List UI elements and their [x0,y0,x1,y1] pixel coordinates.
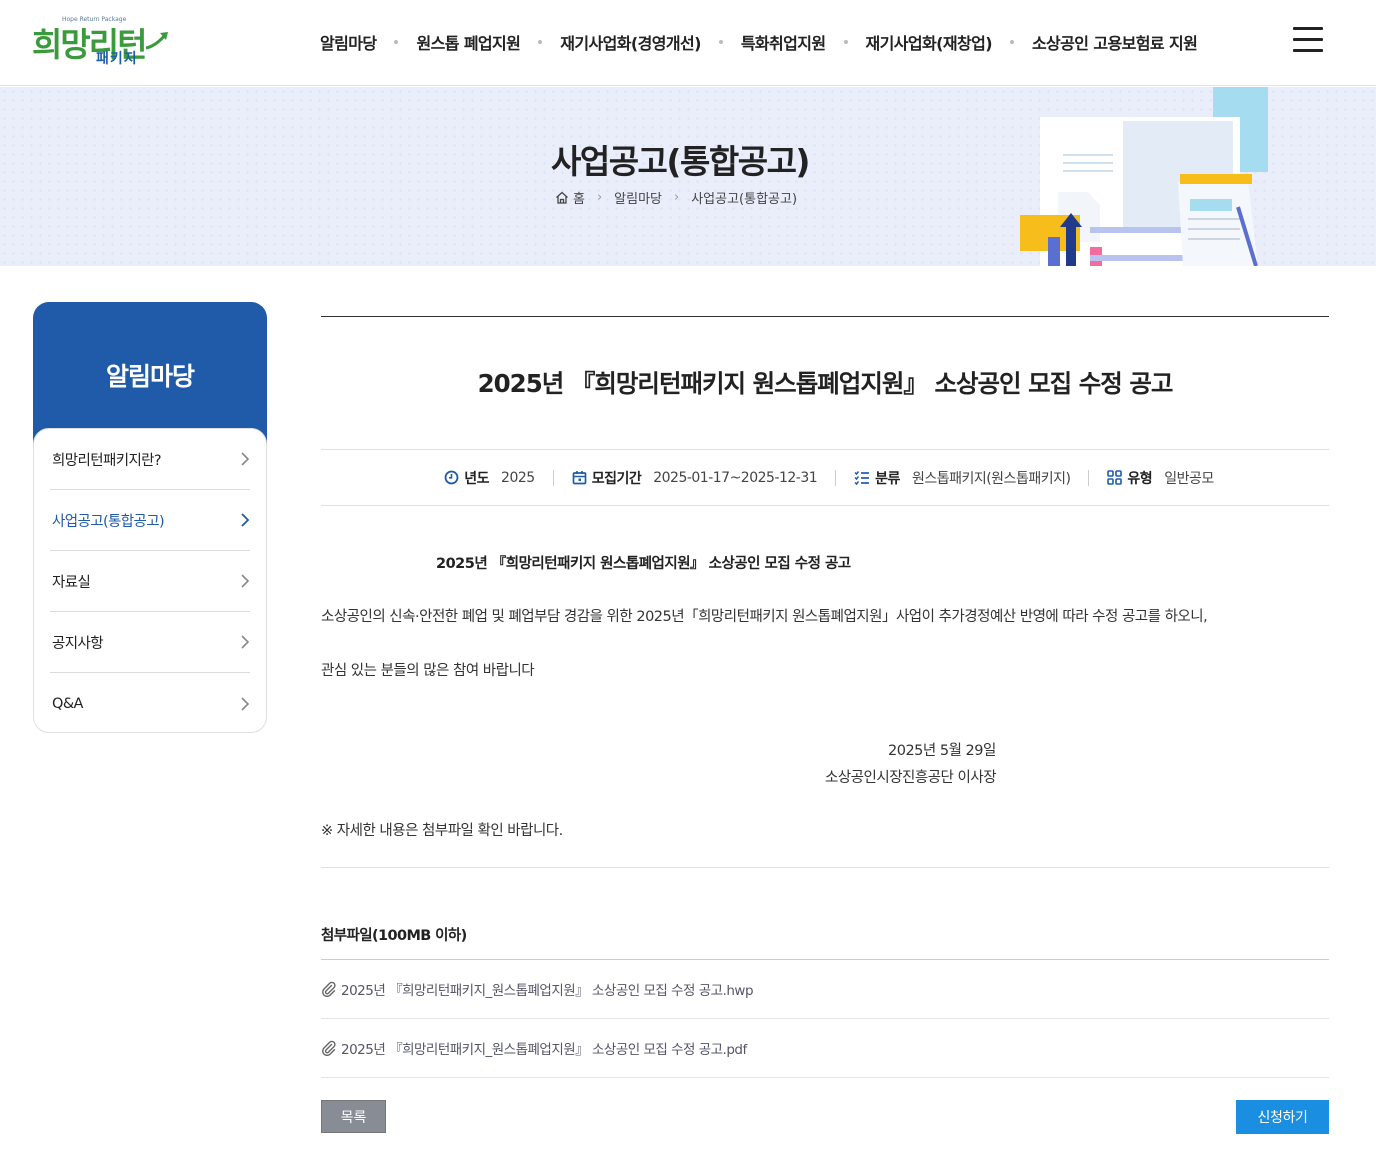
meta-separator [1088,469,1090,486]
side-nav-item-label: 희망리턴패키지란? [52,452,162,469]
page-banner: 사업공고(통합공고) 홈 › 알림마당 › 사업공고(통합공고) [0,87,1376,266]
post-meta: 년도 2025 모집기간 2025-01-17~2025-12-31 분류 원스… [321,450,1329,506]
side-nav-item-resources[interactable]: 자료실 [50,551,250,612]
documents-illustration [1020,87,1268,266]
body-note: ※ 자세한 내용은 첨부파일 확인 바랍니다. [321,823,563,839]
calendar-icon [572,470,587,485]
side-nav-list: 희망리턴패키지란? 사업공고(통합공고) 자료실 공지사항 Q&A [33,428,267,733]
meta-separator [835,469,837,486]
site-logo[interactable]: Hope Return Package 희망리턴 패키지 [32,12,172,68]
meta-separator [552,469,554,486]
post-body: 2025년 『희망리턴패키지 원스톱폐업지원』 소상공인 모집 수정 공고 소상… [321,506,1329,868]
meta-category-value: 원스톱패키지(원스톱패키지) [911,470,1071,487]
meta-period-label: 모집기간 [591,470,642,487]
side-nav-item-label: Q&A [52,695,83,712]
breadcrumb-current[interactable]: 사업공고(통합공고) [691,188,797,207]
breadcrumb-home[interactable]: 홈 [573,188,585,207]
meta-type-value: 일반공모 [1164,470,1214,487]
post-title: 2025년 『희망리턴패키지 원스톱폐업지원』 소상공인 모집 수정 공고 [321,317,1329,450]
side-nav-item-about[interactable]: 희망리턴패키지란? [50,429,250,490]
chevron-right-icon: › [596,190,603,205]
home-icon[interactable] [555,191,569,204]
chevron-right-icon [241,574,250,588]
nav-onestop-closure[interactable]: 원스톱 폐업지원 [416,30,520,54]
meta-period-value: 2025-01-17~2025-12-31 [653,469,818,486]
meta-category: 분류 원스톱패키지(원스톱패키지) [854,468,1071,488]
side-nav-item-notices[interactable]: 공지사항 [50,612,250,673]
checklist-icon [854,470,870,485]
post-view: 2025년 『희망리턴패키지 원스톱폐업지원』 소상공인 모집 수정 공고 년도… [321,316,1329,1136]
attachment-link-pdf[interactable]: 2025년 『희망리턴패키지_원스톱폐업지원』 소상공인 모집 수정 공고.pd… [321,1019,1329,1078]
nav-restart-business[interactable]: 재기사업화(재창업) [866,30,993,54]
chevron-right-icon [241,696,250,711]
chevron-right-icon [241,513,250,527]
nav-notice[interactable]: 알림마당 [320,30,377,54]
site-header: Hope Return Package 희망리턴 패키지 알림마당 원스톱 폐업… [0,0,1376,86]
attachment-filename[interactable]: 2025년 『희망리턴패키지_원스톱폐업지원』 소상공인 모집 수정 공고.pd… [341,1038,747,1058]
paperclip-icon [321,1040,337,1056]
side-nav-item-announcements[interactable]: 사업공고(통합공고) [50,490,250,551]
grid-icon [1107,470,1123,485]
meta-year-label: 년도 [464,470,490,487]
nav-separator [718,40,723,44]
chevron-right-icon [241,452,250,466]
logo-arrow-icon [145,32,168,50]
side-nav-item-qna[interactable]: Q&A [50,673,250,734]
paperclip-icon [321,981,337,997]
body-date: 2025년 5월 29일 [888,743,996,759]
nav-separator [1009,40,1014,44]
attachments-title: 첨부파일(100MB 이하) [321,924,1329,960]
nav-restart-management[interactable]: 재기사업화(경영개선) [560,30,701,54]
nav-employment-insurance[interactable]: 소상공인 고용보험료 지원 [1032,30,1198,54]
nav-special-employment[interactable]: 특화취업지원 [741,30,826,54]
side-nav-item-label: 공지사항 [52,635,104,652]
side-nav: 알림마당 희망리턴패키지란? 사업공고(통합공고) 자료실 공지사항 Q&A [33,302,267,733]
body-title: 2025년 『희망리턴패키지 원스톱폐업지원』 소상공인 모집 수정 공고 [436,556,851,572]
attachment-filename[interactable]: 2025년 『희망리턴패키지_원스톱폐업지원』 소상공인 모집 수정 공고.hw… [341,979,754,999]
meta-period: 모집기간 2025-01-17~2025-12-31 [572,468,818,488]
meta-year: 년도 2025 [444,468,535,488]
body-signer: 소상공인시장진흥공단 이사장 [825,770,997,786]
button-row: 목록 신청하기 [321,1078,1329,1136]
side-nav-title: 알림마당 [33,302,267,447]
meta-category-label: 분류 [875,470,900,487]
body-paragraph: 소상공인의 신속·안전한 폐업 및 폐업부담 경감을 위한 2025년「희망리턴… [321,609,1208,625]
breadcrumb: 홈 › 알림마당 › 사업공고(통합공고) [555,188,797,207]
meta-type: 유형 일반공모 [1107,468,1214,488]
meta-type-label: 유형 [1127,470,1153,487]
body-paragraph: 관심 있는 분들의 많은 참여 바랍니다 [321,663,535,679]
nav-separator [394,40,399,44]
side-nav-item-label: 사업공고(통합공고) [52,513,165,530]
meta-year-value: 2025 [501,469,535,486]
nav-separator [843,40,848,44]
hamburger-menu-icon[interactable] [1293,27,1323,55]
side-nav-item-label: 자료실 [52,574,91,591]
breadcrumb-notice[interactable]: 알림마당 [614,188,662,207]
attachment-link-hwp[interactable]: 2025년 『희망리턴패키지_원스톱폐업지원』 소상공인 모집 수정 공고.hw… [321,960,1329,1019]
apply-button[interactable]: 신청하기 [1236,1100,1329,1134]
nav-separator [538,40,543,44]
clock-icon [444,470,459,485]
main-nav: 알림마당 원스톱 폐업지원 재기사업화(경영개선) 특화취업지원 재기사업화(재… [320,28,1198,56]
chevron-right-icon [241,635,250,649]
list-button[interactable]: 목록 [321,1100,386,1133]
logo-sub-text: 패키지 [96,51,138,67]
chevron-right-icon: › [674,190,680,205]
